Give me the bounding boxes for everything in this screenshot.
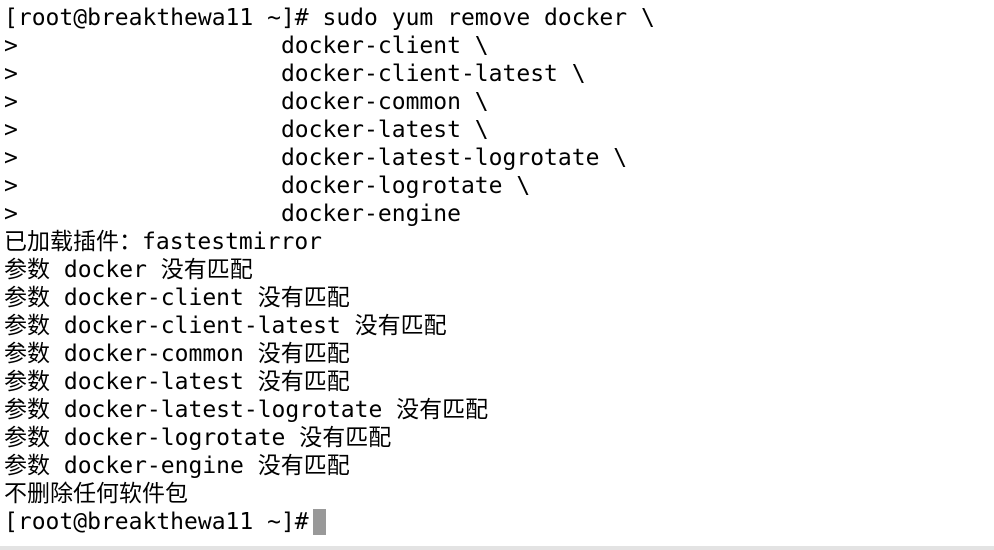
output-line: 参数 docker 没有匹配	[4, 257, 253, 283]
output-line: 参数 docker-engine 没有匹配	[4, 453, 350, 479]
output-line: 参数 docker-logrotate 没有匹配	[4, 425, 392, 451]
output-line: 参数 docker-common 没有匹配	[4, 341, 350, 367]
output-line: 参数 docker-client 没有匹配	[4, 285, 350, 311]
continuation-line: > docker-engine	[4, 201, 461, 227]
continuation-line: > docker-client \	[4, 33, 489, 59]
output-line: 参数 docker-client-latest 没有匹配	[4, 313, 447, 339]
output-line: 已加载插件：fastestmirror	[4, 229, 323, 255]
output-line: 不删除任何软件包	[4, 481, 188, 507]
continuation-line: > docker-common \	[4, 89, 489, 115]
continuation-line: > docker-latest-logrotate \	[4, 145, 628, 171]
command-line: [root@breakthewa11 ~]# sudo yum remove d…	[4, 5, 655, 31]
text-cursor[interactable]	[312, 509, 326, 535]
shell-prompt: [root@breakthewa11 ~]#	[4, 509, 309, 535]
continuation-line: > docker-logrotate \	[4, 173, 531, 199]
continuation-line: > docker-latest \	[4, 117, 489, 143]
output-line: 参数 docker-latest-logrotate 没有匹配	[4, 397, 489, 423]
prompt-line[interactable]: [root@breakthewa11 ~]#	[4, 508, 994, 536]
terminal-window[interactable]: [root@breakthewa11 ~]# sudo yum remove d…	[0, 0, 994, 550]
output-line: 参数 docker-latest 没有匹配	[4, 369, 350, 395]
window-bottom-edge	[0, 546, 994, 550]
continuation-line: > docker-client-latest \	[4, 61, 586, 87]
